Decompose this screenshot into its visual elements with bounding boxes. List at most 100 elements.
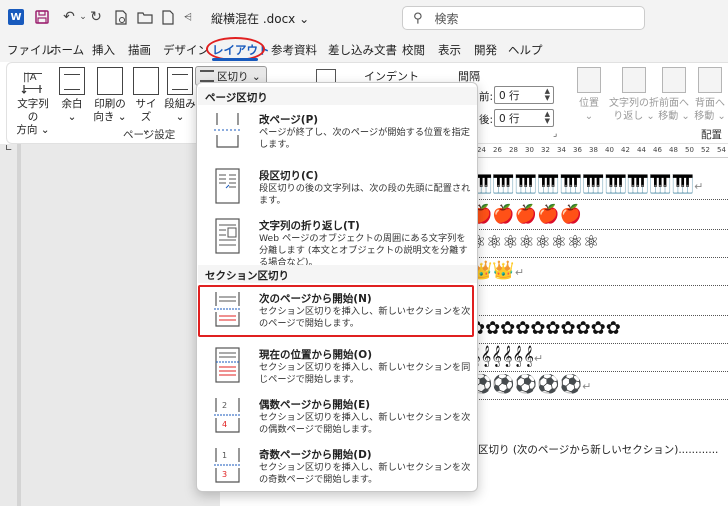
- send-backward-label: 背面へ: [695, 98, 725, 109]
- new-document-icon[interactable]: [160, 9, 176, 25]
- spacing-after-input[interactable]: 0 行 ▲ ▼: [494, 109, 554, 127]
- document-line[interactable]: ⚽⚽⚽⚽⚽↵: [470, 372, 728, 400]
- text-direction-label-2: 方向 ⌄: [16, 124, 50, 136]
- page-setup-group-label: ページ設定: [123, 129, 176, 141]
- search-input[interactable]: ⚲ 検索: [402, 6, 645, 30]
- ruler-tick: 54: [717, 146, 726, 154]
- vertical-ruler: [17, 144, 21, 506]
- tab-references[interactable]: 参考資料: [271, 42, 317, 58]
- spacing-before-value: 0 行: [499, 90, 520, 102]
- tab-file[interactable]: ファイル: [7, 42, 53, 58]
- menu-item-description: Web ページのオブジェクトの周囲にある文字列を分離します (本文とオブジェクト…: [259, 233, 468, 268]
- tab-design[interactable]: デザイン: [163, 42, 209, 58]
- qat-more-icon[interactable]: ⩤: [183, 9, 193, 25]
- margins-button[interactable]: 余白 ⌄: [59, 67, 85, 124]
- menu-item-title: 文字列の折り返し(T): [259, 220, 360, 232]
- document-line[interactable]: 👑👑↵: [470, 258, 728, 286]
- ruler-tick: 38: [589, 146, 598, 154]
- menu-item-description: セクション区切りを挿入し、新しいセクションを次の偶数ページで開始します。: [259, 412, 471, 435]
- print-preview-icon[interactable]: [113, 9, 129, 25]
- breaks-icon: [200, 70, 214, 82]
- menu-item-description: セクション区切りを挿入し、新しいセクションを次のページで開始します。: [259, 306, 471, 329]
- bring-forward-label-2: 移動 ⌄: [658, 111, 690, 122]
- position-icon: [577, 67, 601, 93]
- spinner-icon[interactable]: ▲ ▼: [545, 111, 550, 125]
- text-direction-icon: ||A: [20, 67, 46, 95]
- ruler-tick: 48: [669, 146, 678, 154]
- tab-help[interactable]: ヘルプ: [508, 42, 543, 58]
- document-line[interactable]: ✿✿✿✿✿✿✿✿✿✿: [470, 316, 728, 344]
- menu-item-even-page[interactable]: 24 偶数ページから開始(E) セクション区切りを挿入し、新しいセクションを次の…: [198, 395, 477, 451]
- menu-item-text-wrapping[interactable]: 文字列の折り返し(T) Web ページのオブジェクトの周囲にある文字列を分離しま…: [198, 216, 477, 272]
- spacing-before-label: 前:: [479, 91, 494, 103]
- bring-forward-button[interactable]: 前面へ 移動 ⌄: [657, 67, 691, 123]
- menu-item-title: 段区切り(C): [259, 170, 319, 182]
- margins-icon: [59, 67, 85, 95]
- position-button[interactable]: 位置 ⌄: [575, 67, 603, 123]
- document-line[interactable]: 🎹🎹🎹🎹🎹🎹🎹🎹🎹🎹↵: [470, 172, 728, 200]
- bring-forward-icon: [662, 67, 686, 93]
- menu-item-title: 次のページから開始(N): [259, 293, 372, 305]
- document-line[interactable]: 🍎🍎🍎🍎🍎: [470, 202, 728, 230]
- text-direction-button[interactable]: ||A 文字列の 方向 ⌄: [13, 67, 53, 137]
- tab-home[interactable]: ホーム: [50, 42, 84, 58]
- page-breaks-header: ページ区切り: [205, 92, 268, 104]
- send-backward-button[interactable]: 背面へ 移動 ⌄: [693, 67, 727, 123]
- tab-review[interactable]: 校閲: [402, 42, 425, 58]
- orientation-icon: [97, 67, 123, 95]
- spacing-after-label: 後:: [479, 114, 494, 126]
- open-icon[interactable]: [136, 9, 154, 25]
- menu-item-title: 改ページ(P): [259, 114, 319, 126]
- menu-item-title: 偶数ページから開始(E): [259, 399, 371, 411]
- menu-item-page-break[interactable]: 改ページ(P) ページが終了し、次のページが開始する位置を指定します。: [198, 110, 477, 166]
- redo-icon[interactable]: ↻: [88, 9, 104, 25]
- size-label: サイズ: [135, 98, 157, 123]
- menu-item-odd-page[interactable]: 13 奇数ページから開始(D) セクション区切りを挿入し、新しいセクションを次の…: [198, 445, 477, 501]
- text-direction-label: 文字列の: [17, 98, 49, 123]
- menu-item-column-break[interactable]: 段区切り(C) 段区切りの後の文字列は、次の段の先頭に配置されます。: [198, 166, 477, 222]
- wrap-text-label-2: り返し ⌄: [613, 111, 655, 122]
- ribbon-tabs: ファイル ホーム 挿入 描画 デザイン レイアウト 参考資料 差し込み文書 校閲…: [0, 36, 728, 62]
- ruler-tick: 26: [493, 146, 502, 154]
- save-icon[interactable]: [34, 9, 50, 25]
- document-line[interactable]: ⚛⚛⚛⚛⚛⚛⚛⚛: [470, 230, 728, 258]
- spacing-before-input[interactable]: 0 行 ▲ ▼: [494, 86, 554, 104]
- columns-label: 段組み: [164, 98, 196, 110]
- ruler-tick: 42: [621, 146, 630, 154]
- position-label: 位置: [579, 98, 599, 109]
- menu-item-next-page[interactable]: 次のページから開始(N) セクション区切りを挿入し、新しいセクションを次のページ…: [198, 289, 477, 345]
- menu-item-continuous[interactable]: 現在の位置から開始(O) セクション区切りを挿入し、新しいセクションを同じページ…: [198, 345, 477, 401]
- tab-view[interactable]: 表示: [438, 42, 461, 58]
- bring-forward-label: 前面へ: [659, 98, 689, 109]
- text-wrapping-icon: [215, 218, 240, 254]
- tab-stop-icon[interactable]: ∟: [5, 144, 13, 154]
- svg-text:1: 1: [222, 451, 227, 460]
- ruler-tick: 50: [685, 146, 694, 154]
- continuous-section-icon: [215, 347, 240, 383]
- undo-dropdown-icon[interactable]: ⌄: [78, 9, 88, 25]
- svg-text:4: 4: [222, 420, 227, 429]
- tab-developer[interactable]: 開発: [474, 42, 497, 58]
- undo-icon[interactable]: ↶: [60, 9, 78, 25]
- spacing-after-value: 0 行: [499, 113, 520, 125]
- search-icon: ⚲: [413, 10, 423, 26]
- tab-layout[interactable]: レイアウト: [212, 42, 270, 58]
- wrap-text-button[interactable]: 文字列の折 り返し ⌄: [605, 67, 663, 123]
- spinner-icon[interactable]: ▲ ▼: [545, 88, 550, 102]
- tab-insert[interactable]: 挿入: [92, 42, 115, 58]
- columns-button[interactable]: 段組み ⌄: [163, 67, 197, 124]
- breaks-menu: ページ区切り 改ページ(P) ページが終了し、次のページが開始する位置を指定しま…: [196, 82, 478, 492]
- tab-draw[interactable]: 描画: [128, 42, 151, 58]
- tab-mailings[interactable]: 差し込み文書: [328, 42, 397, 58]
- svg-text:||A: ||A: [23, 72, 37, 83]
- ruler-tick: 40: [605, 146, 614, 154]
- wrap-text-icon: [622, 67, 646, 93]
- next-page-section-icon: [214, 292, 241, 327]
- document-line[interactable]: ↵: [470, 288, 728, 316]
- document-title[interactable]: 縦横混在 .docx ⌄: [211, 10, 309, 27]
- paragraph-dialog-launcher-icon[interactable]: ⌟: [553, 129, 557, 139]
- ruler-tick: 44: [637, 146, 646, 154]
- orientation-button[interactable]: 印刷の 向き ⌄: [91, 67, 129, 124]
- document-line[interactable]: 𝄞𝄞𝄞𝄞𝄞𝄞↵: [470, 344, 728, 372]
- ruler-tick: 36: [573, 146, 582, 154]
